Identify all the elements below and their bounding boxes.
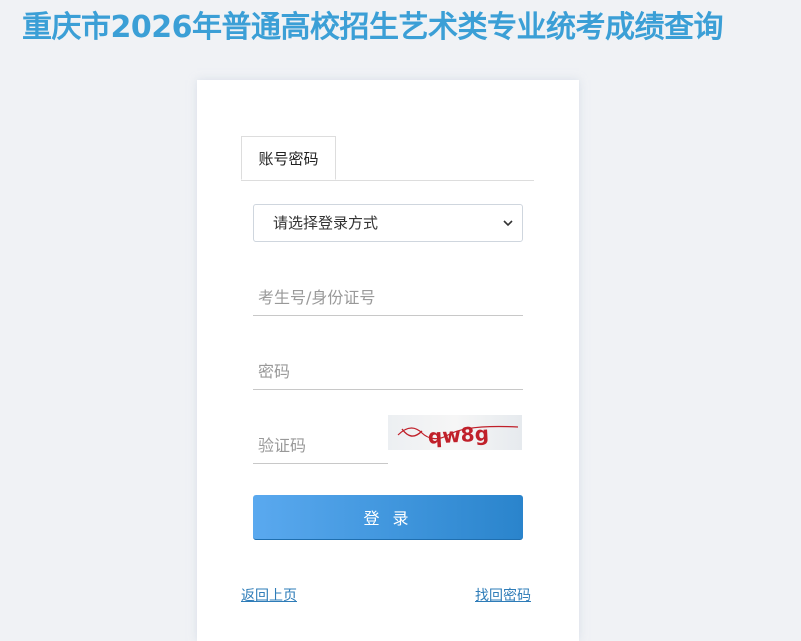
captcha-field-wrap: [253, 428, 388, 464]
page-title: 重庆市2026年普通高校招生艺术类专业统考成绩查询: [22, 10, 724, 45]
login-method-selected: 请选择登录方式: [273, 214, 379, 232]
login-card: 账号密码 请选择登录方式 qw8g 登 录 返回上页 找回密码: [197, 80, 579, 641]
forgot-password-link[interactable]: 找回密码: [475, 585, 531, 605]
back-link[interactable]: 返回上页: [241, 585, 297, 605]
chevron-down-icon: [503, 220, 513, 227]
password-field-wrap: [253, 354, 523, 390]
login-method-select[interactable]: 请选择登录方式: [253, 204, 523, 242]
candidate-id-field-wrap: [253, 280, 523, 316]
login-button[interactable]: 登 录: [253, 495, 523, 540]
captcha-input[interactable]: [253, 428, 388, 463]
captcha-image[interactable]: qw8g: [388, 415, 522, 450]
login-tabs: 账号密码: [241, 136, 534, 181]
captcha-graphic: qw8g: [397, 421, 519, 449]
tab-account-password[interactable]: 账号密码: [241, 136, 336, 180]
captcha-text: qw8g: [427, 421, 489, 448]
candidate-id-input[interactable]: [253, 280, 523, 315]
password-input[interactable]: [253, 354, 523, 389]
